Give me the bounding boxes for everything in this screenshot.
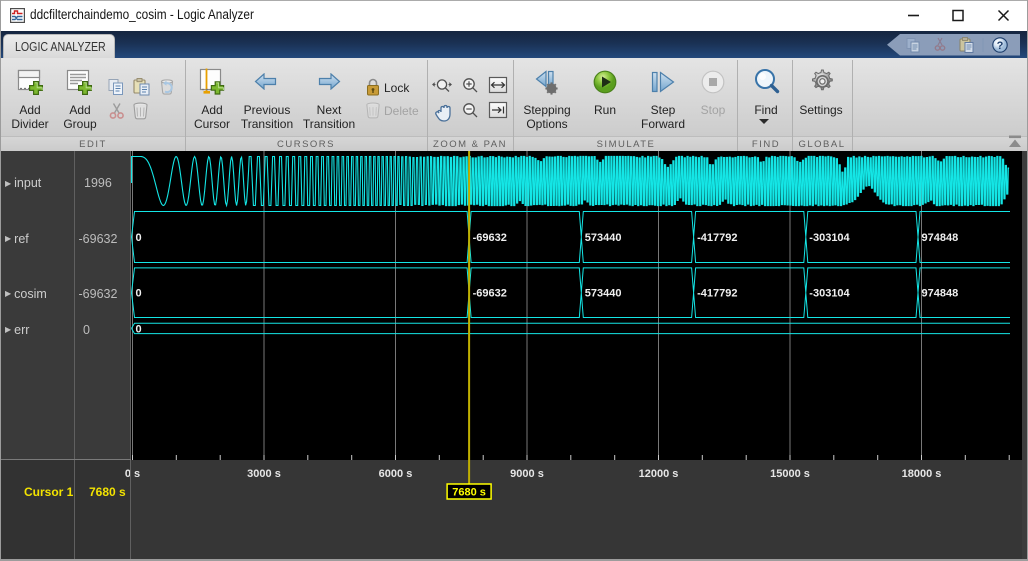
svg-text:7680 s: 7680 s (452, 487, 486, 499)
svg-text:0: 0 (136, 323, 142, 335)
svg-text:-303104: -303104 (809, 288, 850, 300)
svg-text:9000 s: 9000 s (510, 468, 544, 480)
svg-text:6000 s: 6000 s (379, 468, 413, 480)
svg-text:3000 s: 3000 s (247, 468, 281, 480)
svg-text:0 s: 0 s (125, 468, 140, 480)
svg-text:18000 s: 18000 s (902, 468, 942, 480)
svg-text:573440: 573440 (585, 288, 622, 300)
svg-text:974848: 974848 (922, 288, 959, 300)
svg-text:-417792: -417792 (697, 288, 737, 300)
svg-text:?: ? (997, 40, 1004, 52)
svg-text:15000 s: 15000 s (770, 468, 810, 480)
svg-text:-303104: -303104 (809, 232, 850, 244)
svg-text:974848: 974848 (922, 232, 959, 244)
svg-text:573440: 573440 (585, 232, 622, 244)
svg-text:12000 s: 12000 s (639, 468, 679, 480)
svg-text:0: 0 (136, 232, 142, 244)
svg-text:-69632: -69632 (473, 288, 507, 300)
svg-text:0: 0 (136, 288, 142, 300)
svg-text:-417792: -417792 (697, 232, 737, 244)
svg-text:-69632: -69632 (473, 232, 507, 244)
